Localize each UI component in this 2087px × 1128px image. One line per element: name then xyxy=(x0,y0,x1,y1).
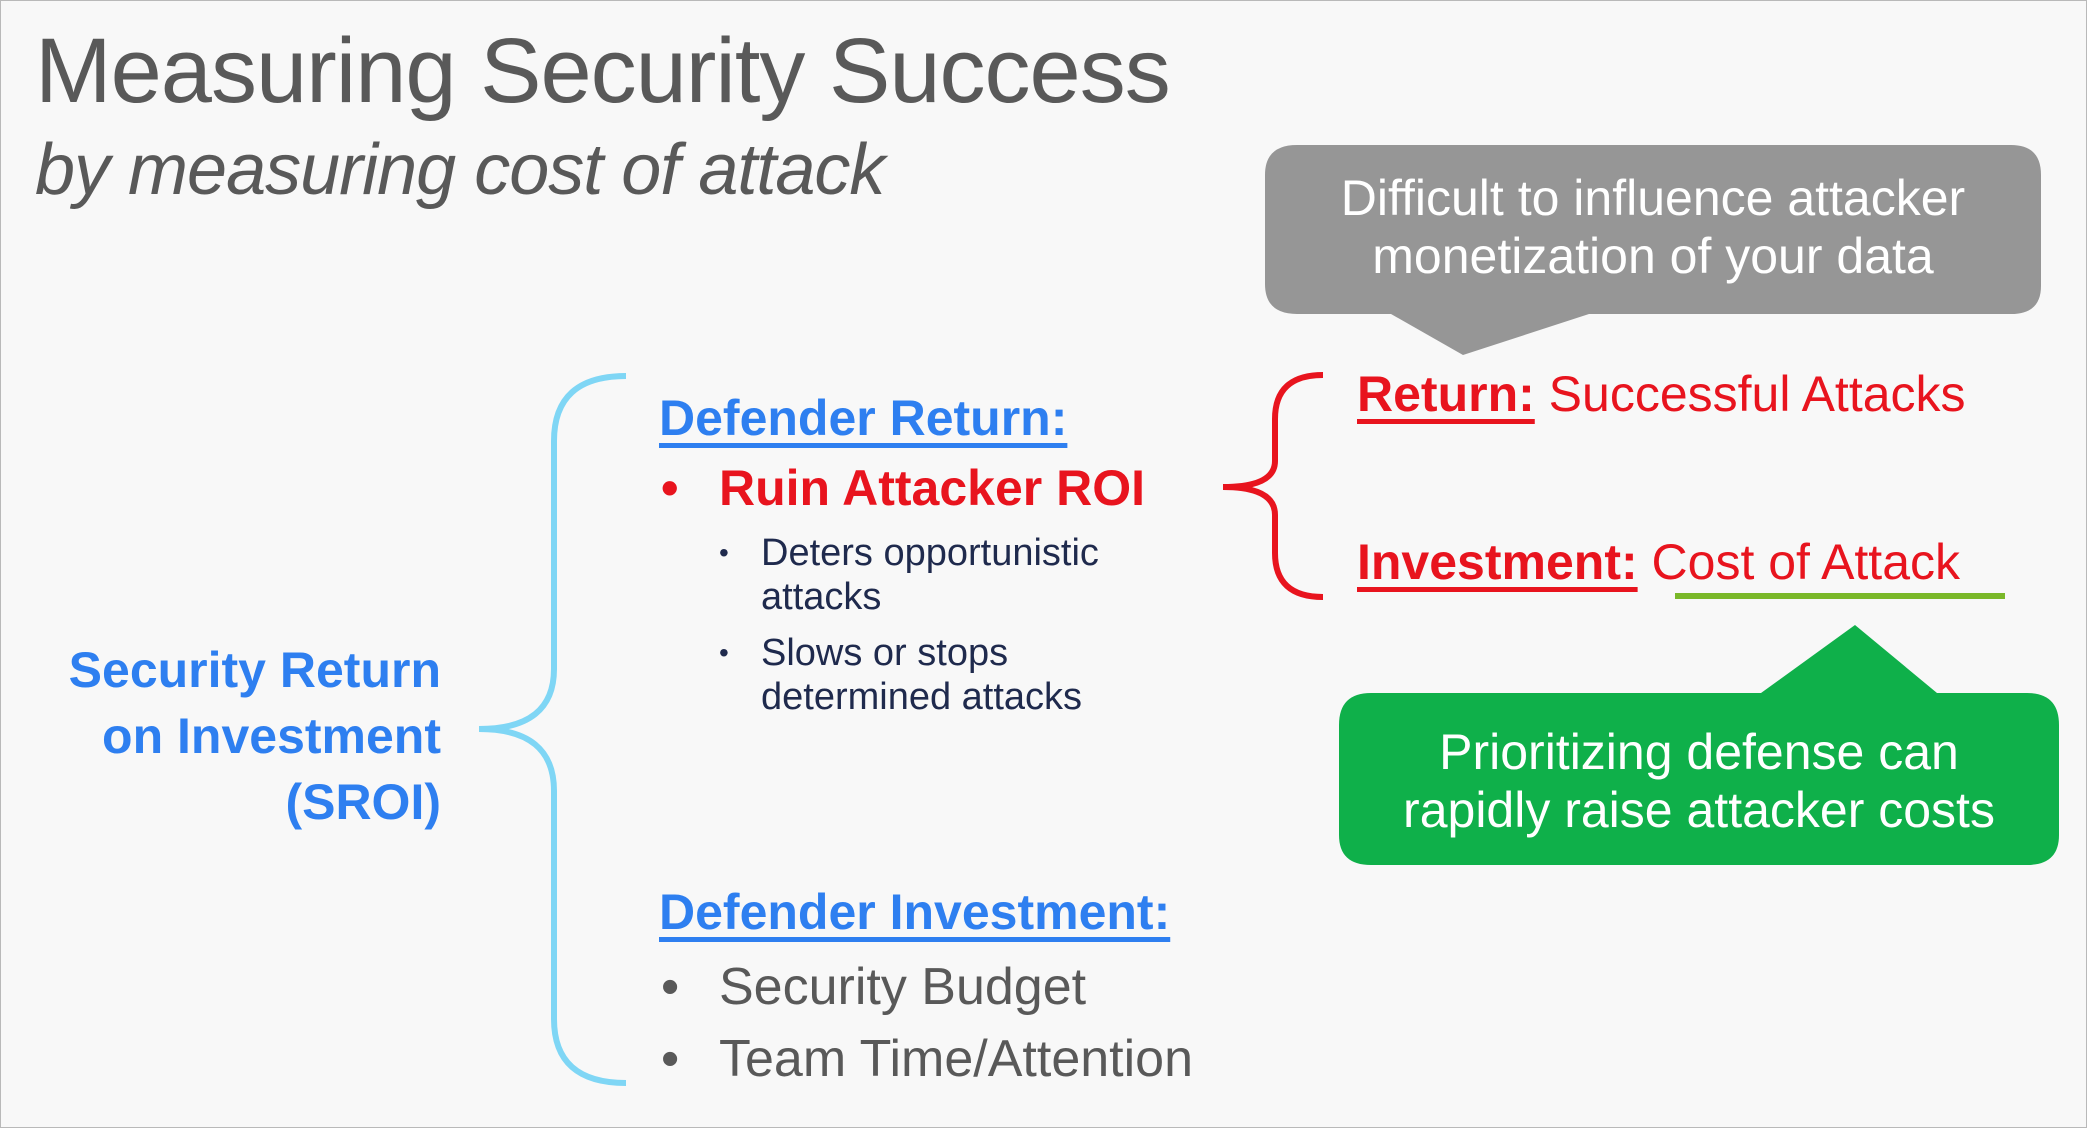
investment-bullet: • Security Budget xyxy=(661,957,1086,1017)
callout-line: Prioritizing defense can xyxy=(1439,724,1959,780)
bullet-icon: • xyxy=(719,637,729,668)
sroi-line: (SROI) xyxy=(285,774,441,830)
green-callout-text: Prioritizing defense can rapidly raise a… xyxy=(1339,723,2059,839)
bullet-icon: • xyxy=(661,958,680,1016)
bullet-text: Ruin Attacker ROI xyxy=(719,460,1146,516)
ruin-attacker-roi-bullet: • Ruin Attacker ROI xyxy=(661,459,1145,517)
gray-callout-text: Difficult to influence attacker monetiza… xyxy=(1265,169,2041,285)
bullet-icon: • xyxy=(661,460,679,516)
bullet-icon: • xyxy=(661,1030,680,1088)
attacker-return-label: Return: xyxy=(1357,366,1535,422)
subbullet-line: determined attacks xyxy=(761,676,1083,718)
sroi-line: on Investment xyxy=(102,708,441,764)
attacker-roi-brace xyxy=(1222,372,1324,600)
sroi-label: Security Return on Investment (SROI) xyxy=(1,637,441,835)
subbullet-text: Deters opportunistic attacks xyxy=(761,531,1099,619)
defender-investment-heading: Defender Investment: xyxy=(659,884,1171,940)
cost-of-attack-underline xyxy=(1675,593,2005,599)
subbullet-line: attacks xyxy=(761,576,882,618)
callout-line: monetization of your data xyxy=(1372,228,1934,284)
bullet-text: Team Time/Attention xyxy=(719,1030,1193,1088)
investment-bullet: • Team Time/Attention xyxy=(661,1029,1193,1089)
defender-return-heading: Defender Return: xyxy=(659,390,1068,446)
attacker-investment-line: Investment: Cost of Attack xyxy=(1357,533,1960,591)
sroi-line: Security Return xyxy=(68,642,441,698)
sroi-brace xyxy=(478,373,627,1086)
attacker-return-line: Return: Successful Attacks xyxy=(1357,365,1966,423)
attacker-investment-value: Cost of Attack xyxy=(1651,534,1961,590)
attacker-investment-label: Investment: xyxy=(1357,534,1638,590)
callout-line: Difficult to influence attacker xyxy=(1340,170,1966,226)
subbullet-line: Deters opportunistic xyxy=(761,532,1099,574)
subbullet-slows: • Slows or stops determined attacks xyxy=(719,631,1082,719)
subbullet-text: Slows or stops determined attacks xyxy=(761,631,1082,719)
subbullet-deters: • Deters opportunistic attacks xyxy=(719,531,1099,619)
callout-line: rapidly raise attacker costs xyxy=(1403,782,1995,838)
bullet-text: Security Budget xyxy=(719,958,1087,1016)
attacker-return-value: Successful Attacks xyxy=(1548,366,1966,422)
bullet-icon: • xyxy=(719,537,729,568)
subbullet-line: Slows or stops xyxy=(761,632,1009,674)
slide: Measuring Security Success by measuring … xyxy=(0,0,2087,1128)
